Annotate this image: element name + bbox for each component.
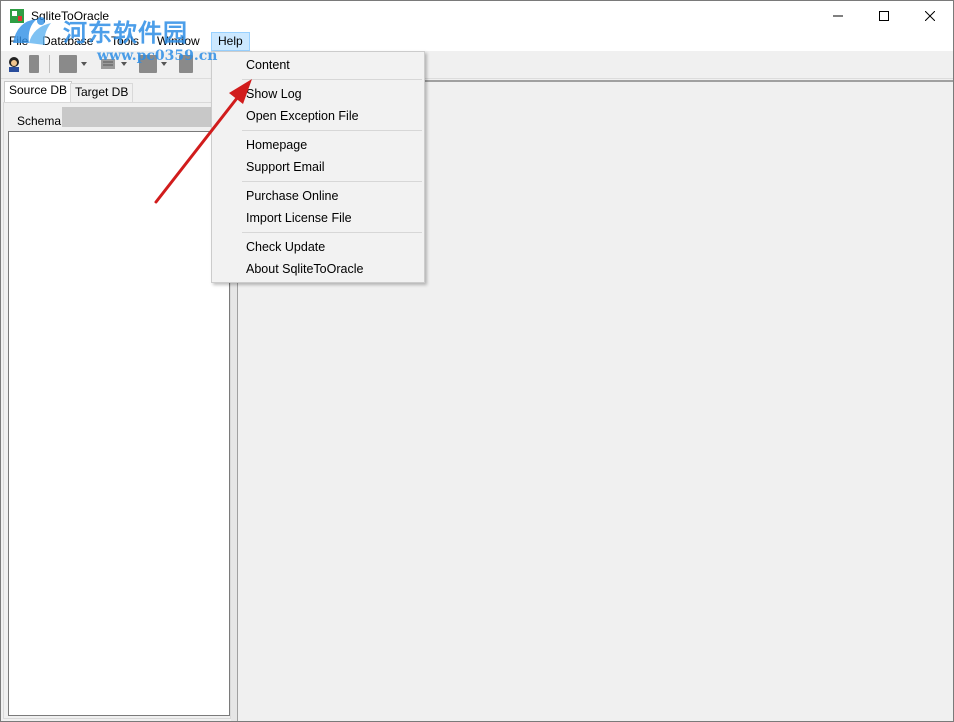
close-button[interactable]: [907, 1, 953, 31]
menu-separator: [242, 130, 422, 131]
menu-item-show-log[interactable]: Show Log: [246, 84, 302, 104]
left-panel: Source DB Target DB Schema: [1, 80, 235, 721]
schema-select[interactable]: [62, 107, 228, 127]
connect-icon[interactable]: [5, 55, 23, 73]
menu-item-content[interactable]: Content: [246, 55, 290, 75]
maximize-icon: [879, 11, 889, 21]
menu-item-import-license-file[interactable]: Import License File: [246, 208, 352, 228]
watermark-title: 河东软件园: [63, 19, 188, 47]
app-window: SqliteToOracle File Database Tools Windo…: [0, 0, 954, 722]
help-menu-dropdown: Content Show Log Open Exception File Hom…: [211, 51, 425, 283]
menu-item-about[interactable]: About SqliteToOracle: [246, 259, 363, 279]
menu-separator: [242, 79, 422, 80]
disconnect-icon[interactable]: [29, 55, 39, 73]
schema-label: Schema: [17, 114, 62, 128]
menu-separator: [242, 232, 422, 233]
menu-item-open-exception-file[interactable]: Open Exception File: [246, 106, 359, 126]
watermark-url: www.pc0359.cn: [97, 48, 218, 64]
watermark-logo: [13, 17, 51, 45]
minimize-button[interactable]: [815, 1, 861, 31]
menu-item-support-email[interactable]: Support Email: [246, 157, 325, 177]
menu-item-purchase-online[interactable]: Purchase Online: [246, 186, 338, 206]
toolbar-separator: [49, 55, 50, 73]
tab-target-db[interactable]: Target DB: [70, 83, 134, 102]
menu-separator: [242, 181, 422, 182]
minimize-icon: [833, 15, 843, 17]
close-icon: [925, 11, 935, 21]
source-db-panel: Schema: [3, 102, 231, 719]
migrate-icon[interactable]: [59, 55, 77, 73]
menu-item-homepage[interactable]: Homepage: [246, 135, 307, 155]
tab-source-db[interactable]: Source DB: [4, 81, 73, 103]
menu-item-check-update[interactable]: Check Update: [246, 237, 325, 257]
migrate-dropdown-icon[interactable]: [81, 62, 87, 66]
maximize-button[interactable]: [861, 1, 907, 31]
object-tree[interactable]: [8, 131, 230, 716]
